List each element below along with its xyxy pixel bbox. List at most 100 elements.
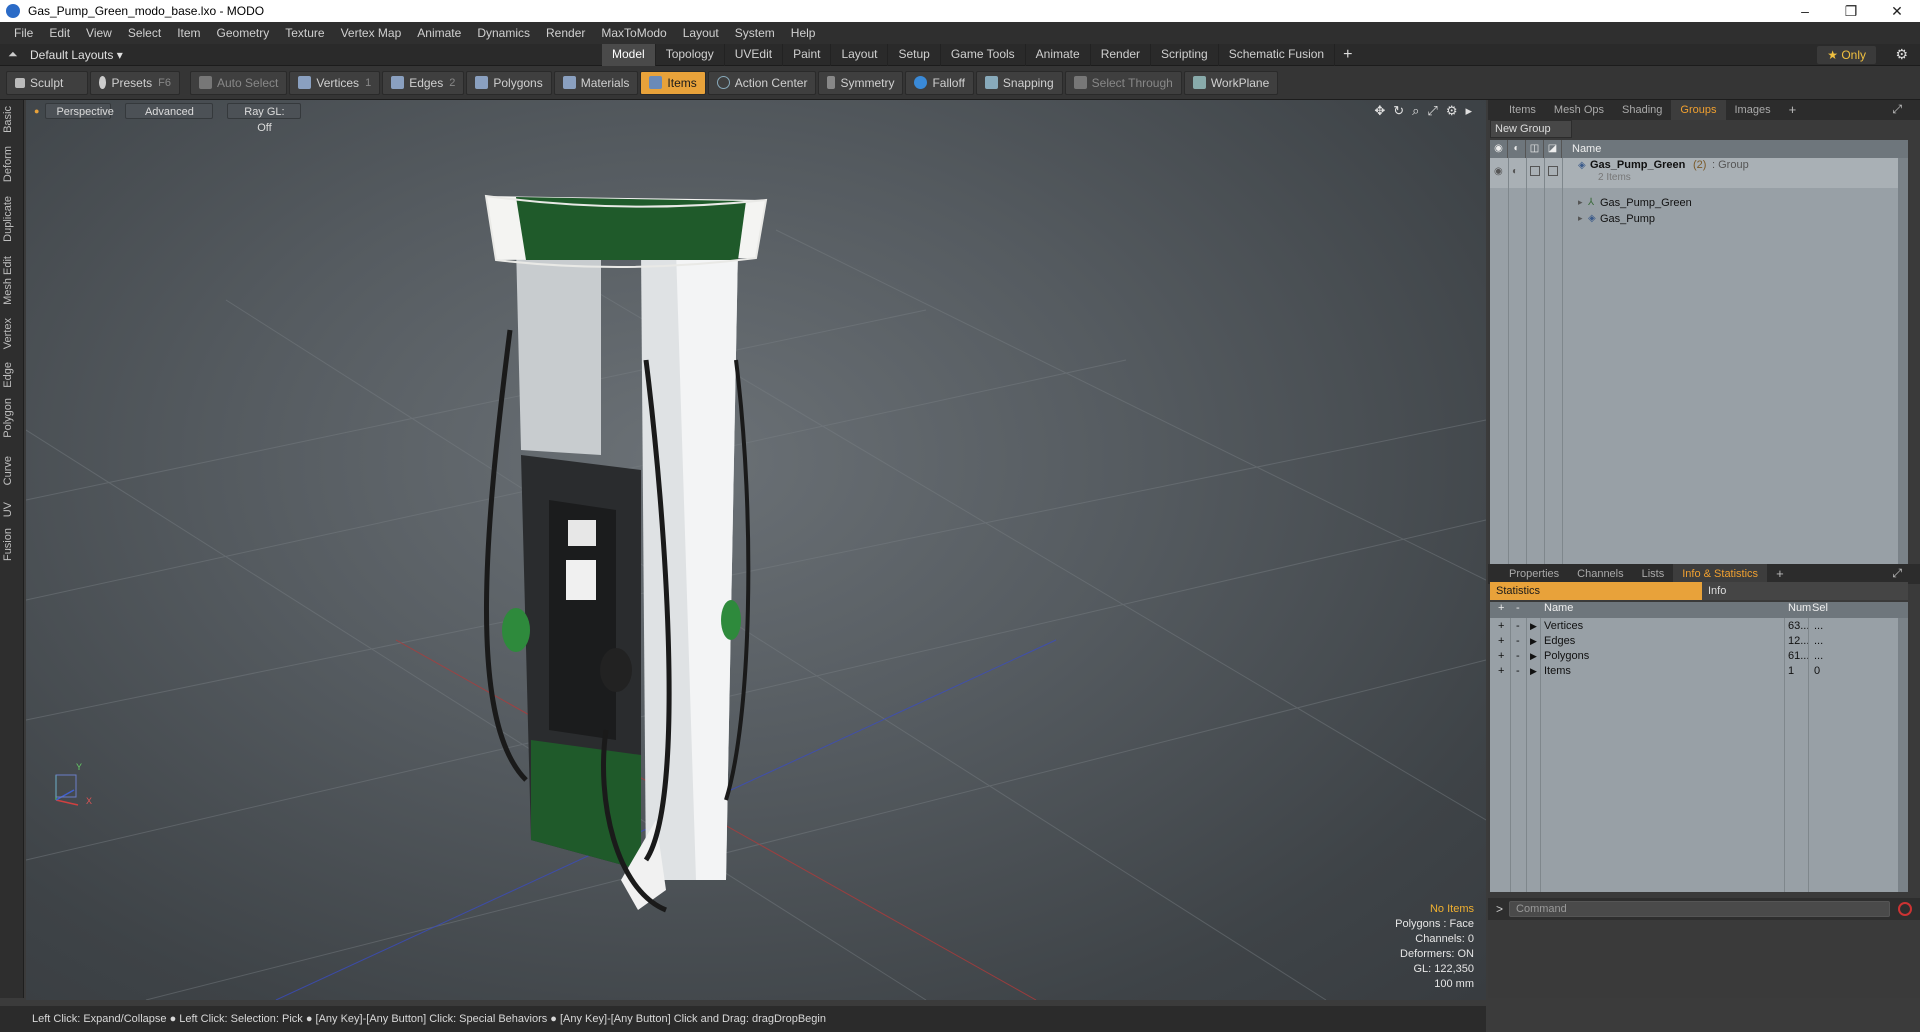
tab-animate[interactable]: Animate [1026,43,1091,66]
tab-paint[interactable]: Paint [783,43,832,66]
workplane-button[interactable]: WorkPlane [1183,70,1279,95]
groups-scrollbar[interactable] [1898,158,1908,564]
tab-properties[interactable]: Properties [1500,564,1568,584]
menu-geometry[interactable]: Geometry [209,22,278,44]
menu-animate[interactable]: Animate [409,22,469,44]
vtab-edge[interactable]: Edge [2,362,22,388]
viewport-settings-icon[interactable]: ⚙ [1446,103,1458,119]
add-bottom-tab-button[interactable]: + [1767,564,1793,584]
expand-panel-icon[interactable]: ⤢ [1892,102,1902,117]
tab-info-statistics[interactable]: Info & Statistics [1673,564,1768,584]
tab-game-tools[interactable]: Game Tools [941,43,1026,66]
vtab-vertex[interactable]: Vertex [2,318,22,349]
menu-layout[interactable]: Layout [675,22,727,44]
advanced-dropdown[interactable]: Advanced [125,103,214,119]
menu-render[interactable]: Render [538,22,593,44]
menu-edit[interactable]: Edit [41,22,78,44]
visibility-col-icon[interactable]: ◉ [1490,140,1508,158]
row-add-icon[interactable]: + [1498,649,1504,664]
tab-layout[interactable]: Layout [831,43,889,66]
stats-scrollbar[interactable] [1898,618,1908,892]
sculpt-button[interactable]: Sculpt [6,70,88,95]
tab-render[interactable]: Render [1091,43,1152,66]
tab-groups[interactable]: Groups [1671,100,1726,120]
row-lock-box[interactable] [1530,166,1540,176]
tab-items[interactable]: Items [1500,100,1545,120]
expand-arrow-icon[interactable]: ▸ [1578,213,1583,224]
row-expand-arrow-icon[interactable]: ▶ [1530,649,1537,664]
edges-button[interactable]: Edges 2 [382,70,465,95]
zoom-view-icon[interactable]: ⌕ [1412,103,1419,119]
row-expand-arrow-icon[interactable]: ▶ [1530,619,1537,634]
gas-pump-model[interactable] [484,194,768,913]
vtab-mesh-edit[interactable]: Mesh Edit [2,256,22,305]
stats-row-vertices[interactable]: + - ▶ Vertices 63... ... [1490,619,1908,634]
tab-topology[interactable]: Topology [656,43,725,66]
vtab-polygon[interactable]: Polygon [2,398,22,438]
tab-shading[interactable]: Shading [1613,100,1671,120]
stats-row-items[interactable]: + - ▶ Items 1 0 [1490,664,1908,679]
presets-button[interactable]: Presets F6 [90,70,180,95]
viewport-menu-icon[interactable]: ● [34,106,39,116]
new-group-button[interactable]: New Group [1490,120,1572,138]
select-through-button[interactable]: Select Through [1064,70,1182,95]
tab-schematic-fusion[interactable]: Schematic Fusion [1219,43,1336,66]
menu-select[interactable]: Select [120,22,169,44]
subtab-info[interactable]: Info [1702,582,1908,600]
fit-view-icon[interactable]: ⤢ [1427,103,1437,119]
falloff-button[interactable]: Falloff [905,70,974,95]
stats-row-polygons[interactable]: + - ▶ Polygons 61... ... [1490,649,1908,664]
menu-dynamics[interactable]: Dynamics [469,22,538,44]
vtab-deform[interactable]: Deform [2,146,22,182]
row-visibility-icon[interactable]: ◉ [1494,166,1503,177]
stats-row-edges[interactable]: + - ▶ Edges 12... ... [1490,634,1908,649]
tab-scripting[interactable]: Scripting [1151,43,1219,66]
3d-viewport[interactable]: Y X ● Perspective Advanced Ray GL: Off ✥… [26,100,1486,1000]
menu-help[interactable]: Help [783,22,824,44]
menu-system[interactable]: System [727,22,783,44]
group-child-row[interactable]: ▸ ⅄ Gas_Pump_Green [1490,196,1908,212]
action-center-button[interactable]: Action Center [707,70,817,95]
row-render-icon[interactable]: ◐ [1512,166,1518,177]
tab-channels[interactable]: Channels [1568,564,1632,584]
row-select-box[interactable] [1548,166,1558,176]
row-add-icon[interactable]: + [1498,619,1504,634]
maximize-button[interactable]: ❐ [1828,0,1874,22]
row-expand-arrow-icon[interactable]: ▶ [1530,664,1537,679]
move-view-icon[interactable]: ✥ [1374,103,1385,119]
rotate-view-icon[interactable]: ↻ [1393,103,1404,119]
vertices-button[interactable]: Vertices 1 [289,70,381,95]
add-panel-tab-button[interactable]: + [1780,100,1806,120]
vtab-fusion[interactable]: Fusion [2,528,22,561]
layout-select[interactable]: Default Layouts ▾ [30,48,123,62]
layout-collapse-icon[interactable]: ⏶ [8,47,18,62]
auto-select-button[interactable]: Auto Select [190,70,288,95]
expand-bottom-panel-icon[interactable]: ⤢ [1892,566,1902,581]
only-toggle[interactable]: ★ Only [1817,46,1876,64]
group-child-row[interactable]: ▸ ◈ Gas_Pump [1490,212,1908,228]
record-macro-icon[interactable] [1898,902,1912,916]
expand-arrow-icon[interactable]: ▸ [1578,197,1583,208]
items-button[interactable]: Items [640,70,706,95]
symmetry-button[interactable]: Symmetry [818,70,904,95]
tab-model[interactable]: Model [602,43,656,66]
menu-file[interactable]: File [6,22,41,44]
row-remove-icon[interactable]: - [1516,619,1520,634]
perspective-dropdown[interactable]: Perspective [45,103,114,119]
gear-icon[interactable]: ⚙ [1895,46,1908,63]
row-add-icon[interactable]: + [1498,634,1504,649]
viewport-expand-icon[interactable]: ▸ [1465,103,1472,119]
menu-item[interactable]: Item [169,22,208,44]
groups-list[interactable]: ◉ ◐ ◫ ◪ Name ◉ ◐ ◈ Gas_Pump_Green (2) : … [1490,140,1908,564]
row-expand-arrow-icon[interactable]: ▶ [1530,634,1537,649]
add-tab-button[interactable]: + [1343,44,1352,66]
subtab-statistics[interactable]: Statistics [1490,582,1702,600]
menu-view[interactable]: View [78,22,120,44]
tab-mesh-ops[interactable]: Mesh Ops [1545,100,1613,120]
row-remove-icon[interactable]: - [1516,664,1520,679]
tab-lists[interactable]: Lists [1633,564,1674,584]
snapping-button[interactable]: Snapping [975,70,1063,95]
row-add-icon[interactable]: + [1498,664,1504,679]
vtab-curve[interactable]: Curve [2,456,22,485]
minimize-button[interactable]: – [1782,0,1828,22]
